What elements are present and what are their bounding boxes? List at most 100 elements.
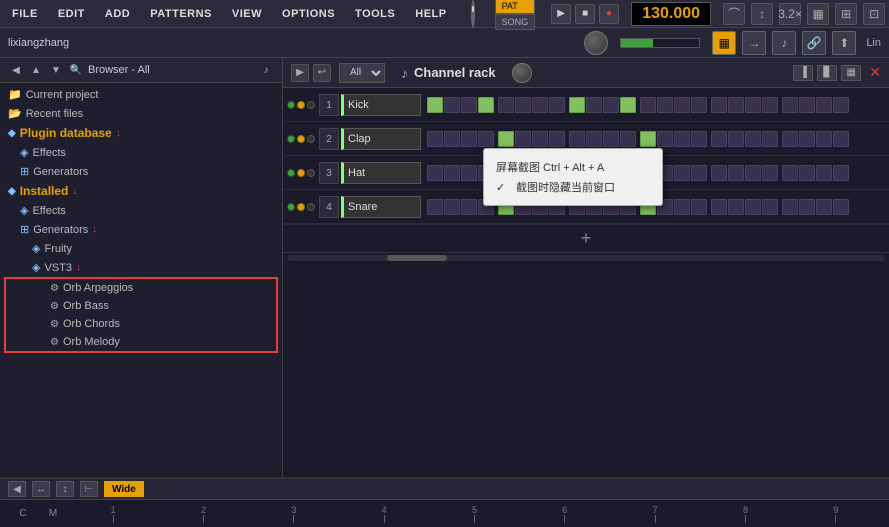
seq-btn-hat-24[interactable]	[833, 165, 849, 181]
icon-btn-4[interactable]: ▦	[807, 3, 829, 25]
cr-btn-undo[interactable]: ↩	[313, 64, 331, 82]
tooltip-row-screenshot[interactable]: 屏幕截图 Ctrl + Alt + A	[496, 157, 650, 177]
sidebar-nav-back[interactable]: ◀	[8, 62, 24, 78]
ch-dot-off-kick[interactable]	[307, 101, 315, 109]
seq-btn-hat-22[interactable]	[799, 165, 815, 181]
seq-btn-kick-19[interactable]	[745, 97, 761, 113]
cr-bar-btn-1[interactable]: ▐	[793, 65, 813, 81]
icon-btn-2[interactable]: ↕	[751, 3, 773, 25]
sidebar-item-plugin-database[interactable]: ◆ Plugin database ↓	[0, 123, 282, 143]
ch-name-snare[interactable]: Snare	[341, 196, 421, 218]
seq-btn-clap-6[interactable]	[515, 131, 531, 147]
wide-label[interactable]: Wide	[104, 481, 144, 497]
seq-btn-hat-3[interactable]	[461, 165, 477, 181]
tooltip-row-hide[interactable]: ✓ 截图时隐藏当前窗口	[496, 177, 650, 197]
seq-btn-kick-2[interactable]	[444, 97, 460, 113]
sidebar-item-installed[interactable]: ◆ Installed ↓	[0, 181, 282, 201]
menu-patterns[interactable]: PATTERNS	[146, 6, 216, 22]
seq-btn-hat-16[interactable]	[691, 165, 707, 181]
ch-dot-off-hat[interactable]	[307, 169, 315, 177]
seq-btn-snare-20[interactable]	[762, 199, 778, 215]
menu-edit[interactable]: EDIT	[54, 6, 89, 22]
seq-btn-hat-23[interactable]	[816, 165, 832, 181]
sidebar-item-effects-db[interactable]: ◈ Effects	[0, 143, 282, 162]
cr-close-button[interactable]: ✕	[869, 64, 881, 81]
seq-btn-snare-19[interactable]	[745, 199, 761, 215]
seq-btn-clap-23[interactable]	[816, 131, 832, 147]
play-button[interactable]: ▶	[551, 4, 571, 24]
seq-btn-snare-18[interactable]	[728, 199, 744, 215]
seq-btn-kick-11[interactable]	[603, 97, 619, 113]
channel-h-scrollbar[interactable]	[283, 252, 889, 262]
seq-btn-snare-24[interactable]	[833, 199, 849, 215]
seq-btn-snare-16[interactable]	[691, 199, 707, 215]
toolbar2-knob[interactable]	[584, 31, 608, 55]
cr-bar-btn-3[interactable]: ▦	[841, 65, 861, 81]
seq-btn-hat-20[interactable]	[762, 165, 778, 181]
sidebar-nav-up[interactable]: ▲	[28, 62, 44, 78]
seq-btn-clap-15[interactable]	[674, 131, 690, 147]
tb2-mixer-icon[interactable]: ⬆	[832, 31, 856, 55]
seq-btn-snare-1[interactable]	[427, 199, 443, 215]
seq-btn-kick-7[interactable]	[532, 97, 548, 113]
seq-btn-snare-22[interactable]	[799, 199, 815, 215]
seq-btn-kick-10[interactable]	[586, 97, 602, 113]
seq-btn-kick-13[interactable]	[640, 97, 656, 113]
ch-dot-green-clap[interactable]	[287, 135, 295, 143]
seq-btn-kick-14[interactable]	[657, 97, 673, 113]
seq-btn-snare-21[interactable]	[782, 199, 798, 215]
menu-help[interactable]: HELP	[411, 6, 450, 22]
tb2-link-icon[interactable]: 🔗	[802, 31, 826, 55]
seq-btn-clap-22[interactable]	[799, 131, 815, 147]
seq-btn-kick-18[interactable]	[728, 97, 744, 113]
seq-btn-clap-3[interactable]	[461, 131, 477, 147]
seq-btn-clap-16[interactable]	[691, 131, 707, 147]
master-knob[interactable]	[471, 0, 475, 28]
seq-btn-clap-14[interactable]	[657, 131, 673, 147]
ch-number-hat[interactable]: 3	[319, 162, 339, 184]
bpm-display[interactable]: 130.000	[631, 2, 711, 26]
seq-btn-hat-1[interactable]	[427, 165, 443, 181]
ch-number-kick[interactable]: 1	[319, 94, 339, 116]
seq-btn-kick-12[interactable]	[620, 97, 636, 113]
menu-file[interactable]: FILE	[8, 6, 42, 22]
seq-btn-clap-7[interactable]	[532, 131, 548, 147]
seq-btn-clap-11[interactable]	[603, 131, 619, 147]
seq-btn-clap-13[interactable]	[640, 131, 656, 147]
seq-btn-snare-17[interactable]	[711, 199, 727, 215]
seq-btn-kick-17[interactable]	[711, 97, 727, 113]
ch-dot-yellow-clap[interactable]	[297, 135, 305, 143]
seq-btn-clap-5[interactable]	[498, 131, 514, 147]
sidebar-item-orb-bass[interactable]: ⚙ Orb Bass	[6, 297, 276, 315]
seq-btn-clap-18[interactable]	[728, 131, 744, 147]
bt-btn-2[interactable]: ↔	[32, 481, 50, 497]
seq-btn-hat-15[interactable]	[674, 165, 690, 181]
stop-button[interactable]: ■	[575, 4, 595, 24]
ch-number-clap[interactable]: 2	[319, 128, 339, 150]
cr-bar-btn-2[interactable]: ▊	[817, 65, 837, 81]
icon-btn-6[interactable]: ⊡	[863, 3, 885, 25]
menu-add[interactable]: ADD	[101, 6, 134, 22]
sidebar-item-current-project[interactable]: 📁 Current project	[0, 85, 282, 104]
seq-btn-kick-22[interactable]	[799, 97, 815, 113]
bt-btn-4[interactable]: ⊢	[80, 481, 98, 497]
ch-dot-yellow-hat[interactable]	[297, 169, 305, 177]
seq-btn-snare-2[interactable]	[444, 199, 460, 215]
seq-btn-clap-19[interactable]	[745, 131, 761, 147]
cr-btn-back[interactable]: ▶	[291, 64, 309, 82]
seq-btn-kick-20[interactable]	[762, 97, 778, 113]
menu-options[interactable]: OPTIONS	[278, 6, 339, 22]
seq-btn-clap-4[interactable]	[478, 131, 494, 147]
cr-filter-dropdown[interactable]: All	[339, 63, 385, 83]
seq-btn-clap-12[interactable]	[620, 131, 636, 147]
seq-btn-kick-23[interactable]	[816, 97, 832, 113]
seq-btn-hat-2[interactable]	[444, 165, 460, 181]
ch-dot-green-hat[interactable]	[287, 169, 295, 177]
seq-btn-clap-21[interactable]	[782, 131, 798, 147]
sidebar-item-orb-chords[interactable]: ⚙ Orb Chords	[6, 315, 276, 333]
cr-volume-knob[interactable]	[512, 63, 532, 83]
ch-name-clap[interactable]: Clap	[341, 128, 421, 150]
seq-btn-clap-2[interactable]	[444, 131, 460, 147]
ch-name-kick[interactable]: Kick	[341, 94, 421, 116]
menu-view[interactable]: VIEW	[228, 6, 266, 22]
